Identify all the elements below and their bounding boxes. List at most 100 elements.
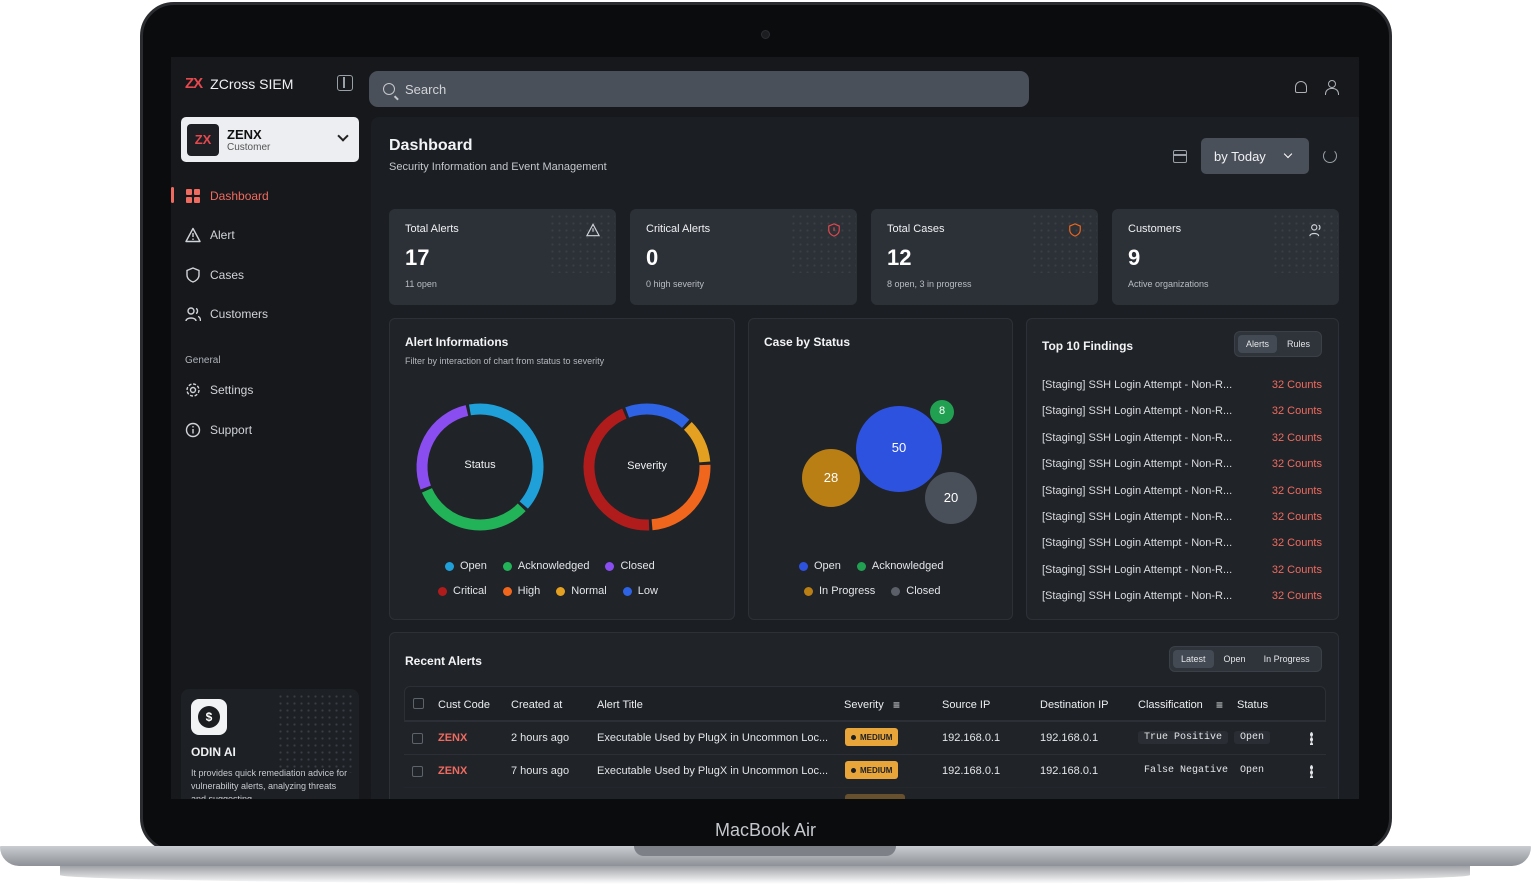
case-legend-row2: In Progress Closed — [804, 585, 941, 597]
legend-label: Acknowledged — [871, 560, 944, 572]
stat-card-total-cases[interactable]: Total Cases 12 8 open, 3 in progress — [871, 209, 1098, 305]
table-row[interactable]: ZENX 2 hours ago Executable Used by Plug… — [404, 721, 1326, 754]
active-indicator — [171, 187, 174, 203]
finding-item[interactable]: [Staging] SSH Login Attempt - Non-R... 32… — [1042, 564, 1322, 576]
bell-icon[interactable] — [1295, 81, 1307, 93]
sidebar-item-support[interactable]: Support — [185, 420, 365, 440]
col-severity[interactable]: Severity — [844, 699, 884, 711]
finding-item[interactable]: [Staging] SSH Login Attempt - Non-R... 32… — [1042, 379, 1322, 391]
finding-item[interactable]: [Staging] SSH Login Attempt - Non-R... 32… — [1042, 590, 1322, 602]
legend-label: Acknowledged — [517, 560, 590, 572]
legend-item-closed[interactable]: Closed — [891, 585, 941, 597]
sidebar-item-label: Customers — [210, 307, 269, 321]
stat-card-customers[interactable]: Customers 9 Active organizations — [1112, 209, 1339, 305]
odin-ai-card[interactable]: $ ODIN AI It provides quick remediation … — [181, 689, 359, 799]
col-created-at[interactable]: Created at — [511, 699, 562, 711]
finding-item[interactable]: [Staging] SSH Login Attempt - Non-R... 32… — [1042, 511, 1322, 523]
finding-item[interactable]: [Staging] SSH Login Attempt - Non-R... 32… — [1042, 432, 1322, 444]
cell-cust-code[interactable]: ZENX — [438, 765, 467, 777]
search-input[interactable] — [405, 81, 965, 97]
more-options-icon[interactable] — [1310, 732, 1313, 745]
severity-segment-high[interactable] — [651, 464, 711, 531]
legend-label: Open — [460, 560, 487, 572]
stat-card-critical-alerts[interactable]: Critical Alerts 0 0 high severity — [630, 209, 857, 305]
calendar-icon[interactable] — [1173, 150, 1187, 163]
stat-sub: 8 open, 3 in progress — [887, 279, 972, 289]
col-alert-title[interactable]: Alert Title — [597, 699, 643, 711]
status-segment-closed[interactable] — [416, 405, 469, 490]
sort-icon[interactable]: ≡ — [893, 698, 900, 712]
legend-item-high[interactable]: High — [502, 585, 541, 597]
panel-subtitle: Filter by interaction of chart from stat… — [405, 356, 605, 366]
legend-label: Closed — [620, 560, 655, 572]
legend-item-critical[interactable]: Critical — [438, 585, 487, 597]
tenant-logo: ZX — [187, 123, 219, 156]
col-cust-code[interactable]: Cust Code — [438, 699, 490, 711]
sort-icon[interactable]: ≡ — [1216, 698, 1223, 712]
table-row[interactable] — [404, 787, 1326, 799]
odin-logo-icon: $ — [198, 706, 220, 728]
sidebar-item-customers[interactable]: Customers — [185, 304, 365, 324]
row-checkbox[interactable] — [412, 766, 423, 777]
cell-cust-code[interactable]: ZENX — [438, 732, 467, 744]
tab-rules[interactable]: Rules — [1279, 335, 1318, 353]
tab-alerts[interactable]: Alerts — [1238, 335, 1278, 353]
status-segment-open[interactable] — [468, 403, 544, 509]
finding-count: 32 Counts — [1271, 431, 1322, 444]
brand-logo: ZX — [185, 75, 203, 92]
legend-item-acknowledged[interactable]: Acknowledged — [856, 560, 944, 572]
finding-item[interactable]: [Staging] SSH Login Attempt - Non-R... 32… — [1042, 537, 1322, 549]
status-segment-acknowledged[interactable] — [421, 488, 526, 531]
col-status[interactable]: Status — [1237, 699, 1268, 711]
legend-item-acknowledged[interactable]: Acknowledged — [502, 560, 590, 572]
cell-alert-title[interactable]: Executable Used by PlugX in Uncommon Loc… — [597, 732, 828, 744]
legend-label: Low — [637, 585, 658, 597]
legend-swatch — [502, 586, 512, 596]
col-classification[interactable]: Classification — [1138, 699, 1203, 711]
table-row[interactable]: ZENX 7 hours ago Executable Used by Plug… — [404, 754, 1326, 787]
severity-segment-low[interactable] — [625, 403, 690, 429]
stat-card-total-alerts[interactable]: Total Alerts 17 11 open — [389, 209, 616, 305]
sidebar-item-settings[interactable]: Settings — [185, 380, 365, 400]
dot-pattern — [549, 213, 615, 273]
col-destination-ip[interactable]: Destination IP — [1040, 699, 1108, 711]
finding-count: 32 Counts — [1271, 458, 1322, 471]
date-range-select[interactable]: by Today — [1201, 138, 1309, 174]
select-all-checkbox[interactable] — [413, 698, 424, 709]
search-bar[interactable] — [369, 71, 1029, 107]
sidebar-collapse-icon[interactable] — [337, 75, 353, 91]
legend-label: High — [517, 585, 541, 597]
col-source-ip[interactable]: Source IP — [942, 699, 990, 711]
cell-alert-title[interactable]: Executable Used by PlugX in Uncommon Loc… — [597, 765, 828, 777]
tab-in-progress[interactable]: In Progress — [1256, 650, 1318, 668]
tab-open[interactable]: Open — [1216, 650, 1254, 668]
tab-latest[interactable]: Latest — [1173, 650, 1214, 668]
sidebar-item-alert[interactable]: Alert — [185, 225, 365, 245]
finding-item[interactable]: [Staging] SSH Login Attempt - Non-R... 32… — [1042, 405, 1322, 417]
legend-item-open[interactable]: Open — [799, 560, 841, 572]
sidebar-item-cases[interactable]: Cases — [185, 265, 365, 285]
warning-icon — [185, 227, 201, 243]
legend-item-closed[interactable]: Closed — [605, 560, 655, 572]
cell-status: Open — [1240, 765, 1265, 776]
row-checkbox[interactable] — [412, 733, 423, 744]
severity-label: MEDIUM — [860, 732, 893, 742]
legend-label: Open — [814, 560, 841, 572]
legend-item-open[interactable]: Open — [445, 560, 487, 572]
severity-segment-normal[interactable] — [683, 421, 711, 463]
legend-swatch — [804, 586, 813, 596]
legend-item-normal[interactable]: Normal — [556, 585, 607, 597]
more-options-icon[interactable] — [1310, 765, 1313, 778]
sidebar-item-dashboard[interactable]: Dashboard — [185, 186, 365, 206]
camera-dot — [761, 30, 770, 39]
brand[interactable]: ZX ZCross SIEM — [185, 75, 293, 92]
tenant-selector[interactable]: ZX ZENX Customer — [181, 117, 359, 162]
user-icon[interactable] — [1325, 80, 1339, 95]
finding-item[interactable]: [Staging] SSH Login Attempt - Non-R... 32… — [1042, 458, 1322, 470]
finding-title: [Staging] SSH Login Attempt - Non-R... — [1042, 405, 1233, 418]
cell-classification: True Positive — [1138, 731, 1229, 744]
legend-item-low[interactable]: Low — [622, 585, 658, 597]
finding-item[interactable]: [Staging] SSH Login Attempt - Non-R... 32… — [1042, 485, 1322, 497]
refresh-icon[interactable] — [1323, 149, 1337, 163]
legend-item-in-progress[interactable]: In Progress — [804, 585, 875, 597]
